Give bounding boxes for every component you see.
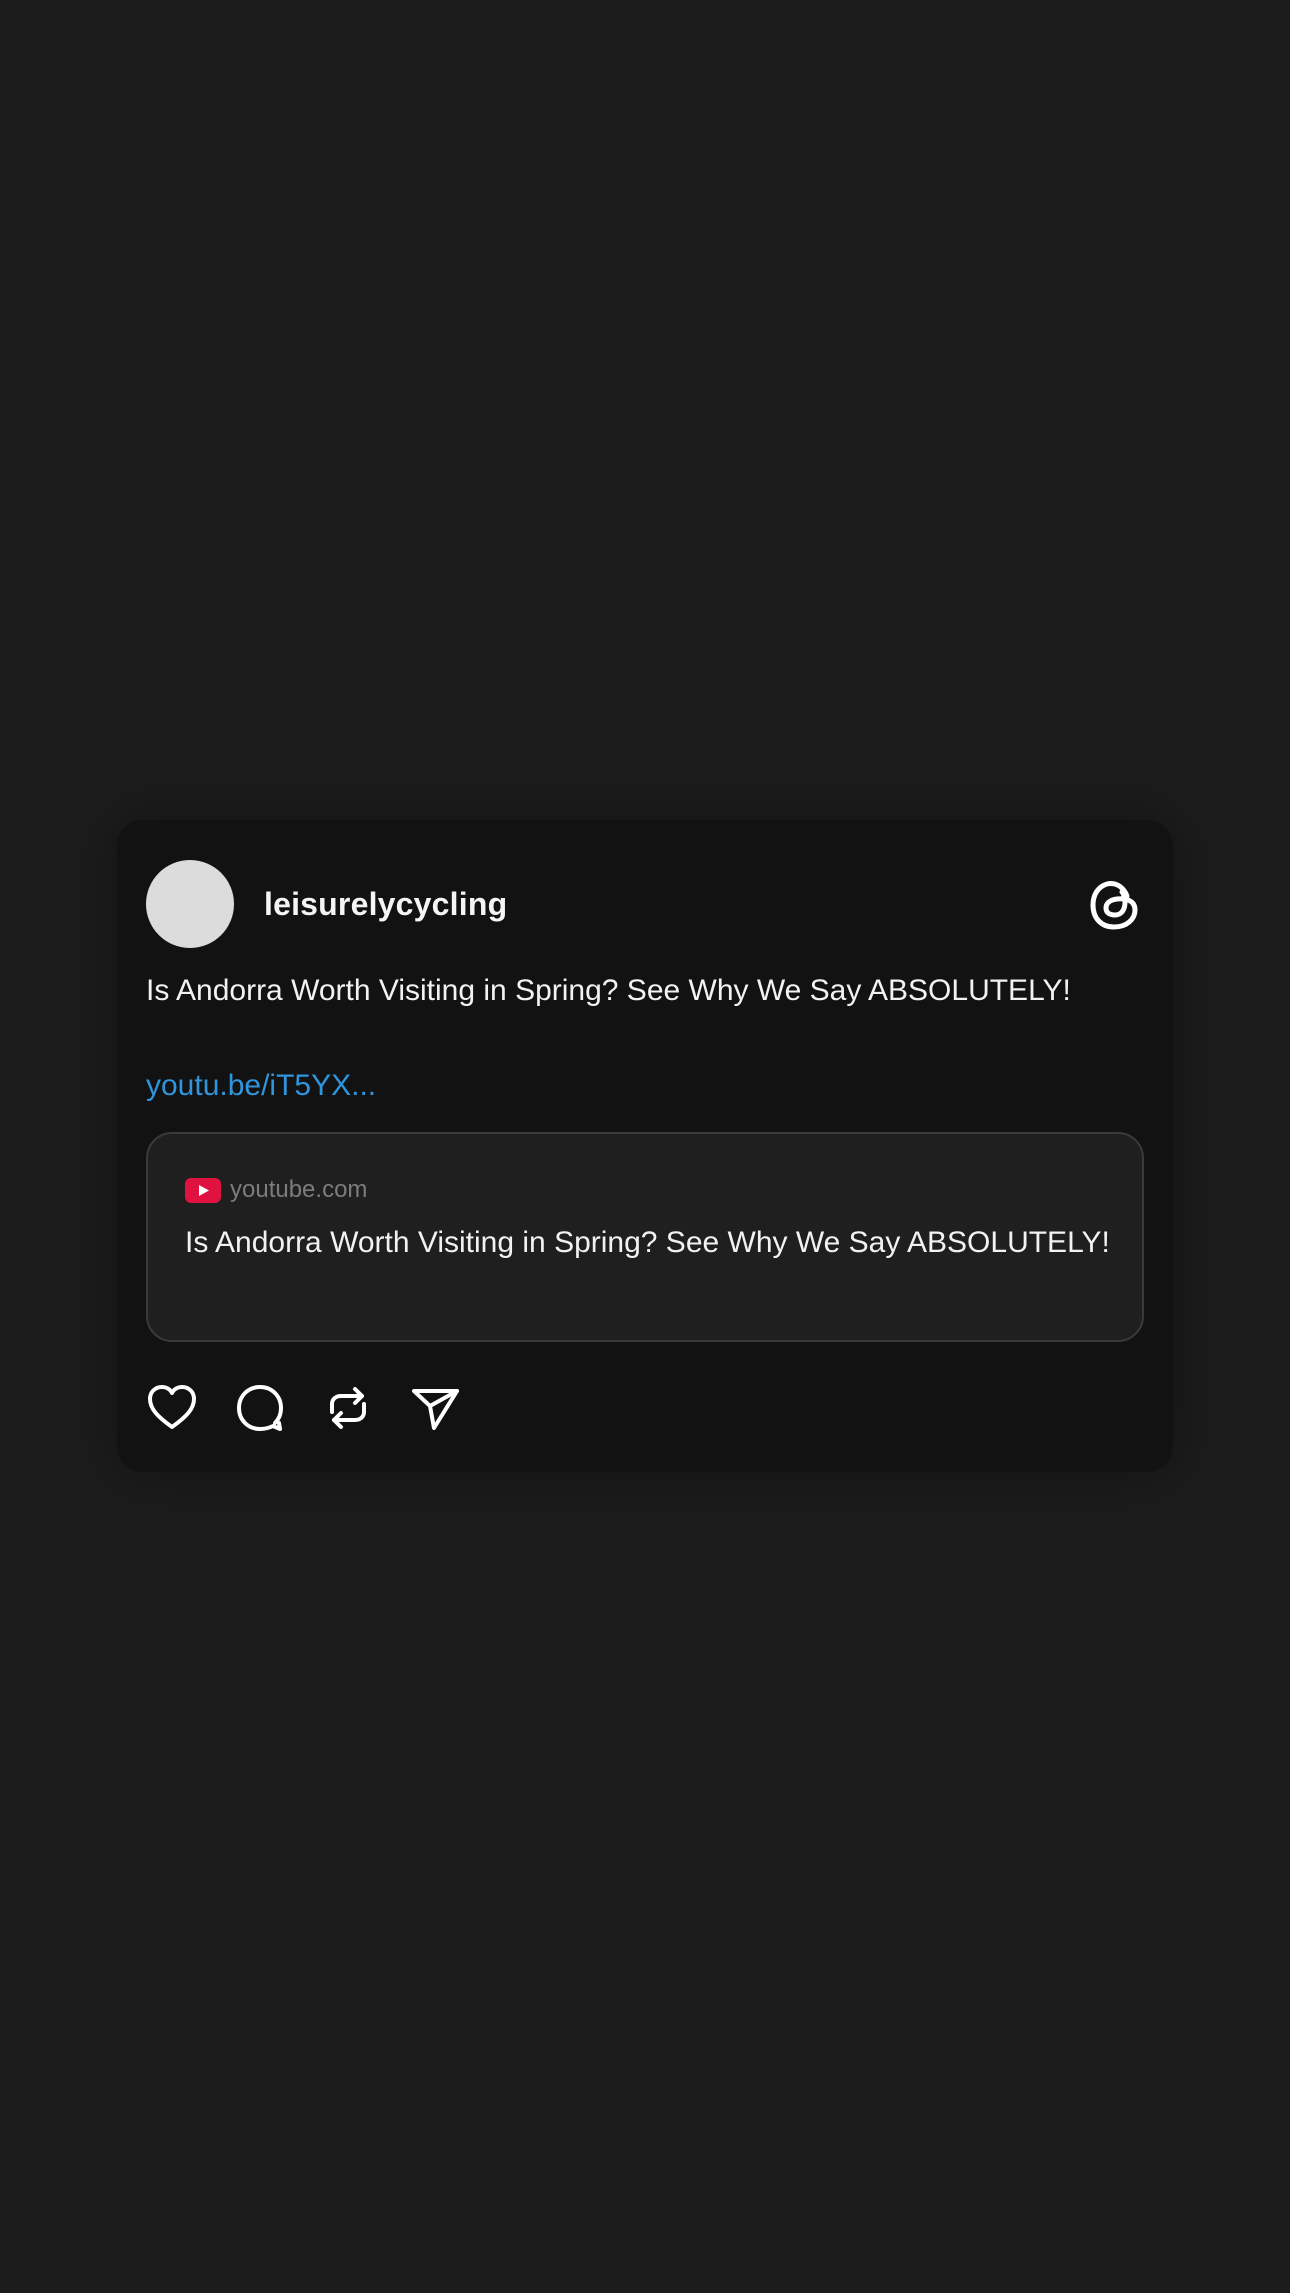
link-domain: youtube.com bbox=[230, 1176, 368, 1203]
youtube-logo-icon bbox=[185, 1178, 221, 1203]
post-link[interactable]: youtu.be/iT5YX... bbox=[146, 1064, 376, 1108]
post-text: Is Andorra Worth Visiting in Spring? See… bbox=[146, 974, 1071, 1007]
link-title: Is Andorra Worth Visiting in Spring? See… bbox=[185, 1226, 1110, 1259]
repost-icon[interactable] bbox=[322, 1382, 374, 1434]
comment-icon[interactable] bbox=[234, 1382, 286, 1434]
username[interactable]: leisurelycycling bbox=[264, 882, 507, 926]
post-card: leisurelycycling Is Andorra Worth Visiti… bbox=[117, 820, 1173, 1472]
share-icon[interactable] bbox=[410, 1382, 462, 1434]
threads-logo-icon[interactable] bbox=[1087, 874, 1143, 934]
link-preview-card[interactable]: youtube.com Is Andorra Worth Visiting in… bbox=[146, 1132, 1144, 1342]
heart-icon[interactable] bbox=[146, 1382, 198, 1434]
avatar[interactable] bbox=[146, 860, 234, 948]
